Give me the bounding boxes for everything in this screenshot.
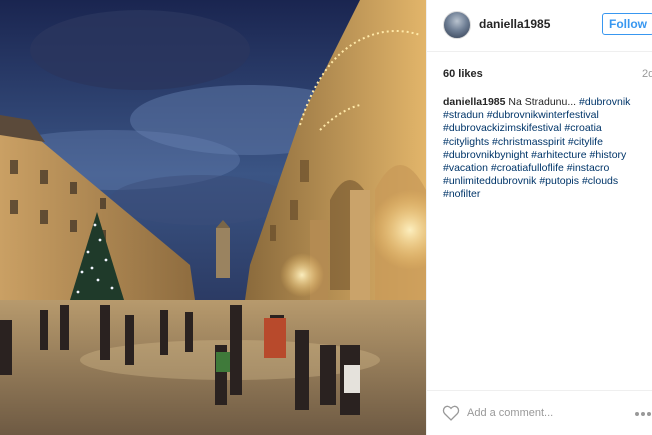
comment-bar [427, 390, 652, 435]
hashtag-link[interactable]: #croatia [564, 122, 601, 134]
hashtag-link[interactable]: #dubrovnikbynight [443, 149, 528, 161]
hashtag-link[interactable]: #dubrovnik [579, 96, 630, 108]
post-header: daniella1985 Follow [427, 0, 652, 52]
likes-count[interactable]: 60 likes [443, 68, 483, 80]
hashtag-link[interactable]: #croatiafulloflife [491, 162, 564, 174]
hashtag-link[interactable]: #putopis [539, 175, 579, 187]
hashtag-link[interactable]: #clouds [582, 175, 618, 187]
username-link[interactable]: daniella1985 [479, 17, 550, 31]
hashtag-link[interactable]: #stradun [443, 109, 484, 121]
hashtag-link[interactable]: #dubrovnikwinterfestival [487, 109, 599, 121]
post-timestamp[interactable]: 2d [642, 68, 652, 80]
hashtag-link[interactable]: #history [590, 149, 627, 161]
hashtag-link[interactable]: #instacro [567, 162, 610, 174]
hashtag-link[interactable]: #nofilter [443, 188, 480, 200]
post-side-panel: daniella1985 Follow 60 likes 2d daniella… [426, 0, 652, 435]
hashtag-list: #dubrovnik #stradun #dubrovnikwinterfest… [443, 96, 630, 200]
follow-button[interactable]: Follow [602, 13, 652, 35]
caption-author-link[interactable]: daniella1985 [443, 96, 505, 108]
hashtag-link[interactable]: #citylife [568, 136, 603, 148]
hashtag-link[interactable]: #citylights [443, 136, 489, 148]
post-caption: daniella1985 Na Stradunu... #dubrovnik #… [443, 96, 649, 202]
hashtag-link[interactable]: #unlimiteddubrovnik [443, 175, 536, 187]
hashtag-link[interactable]: #vacation [443, 162, 488, 174]
heart-outline-icon[interactable] [442, 405, 460, 421]
hashtag-link[interactable]: #dubrovackizimskifestival [443, 122, 561, 134]
more-options-icon[interactable] [635, 411, 651, 417]
photo-illustration [0, 0, 426, 435]
post-photo[interactable] [0, 0, 426, 435]
hashtag-link[interactable]: #christmasspirit [492, 136, 565, 148]
comment-input[interactable] [467, 403, 617, 423]
avatar[interactable] [443, 11, 471, 39]
hashtag-link[interactable]: #arhitecture [531, 149, 586, 161]
caption-text: Na Stradunu... [508, 96, 577, 108]
